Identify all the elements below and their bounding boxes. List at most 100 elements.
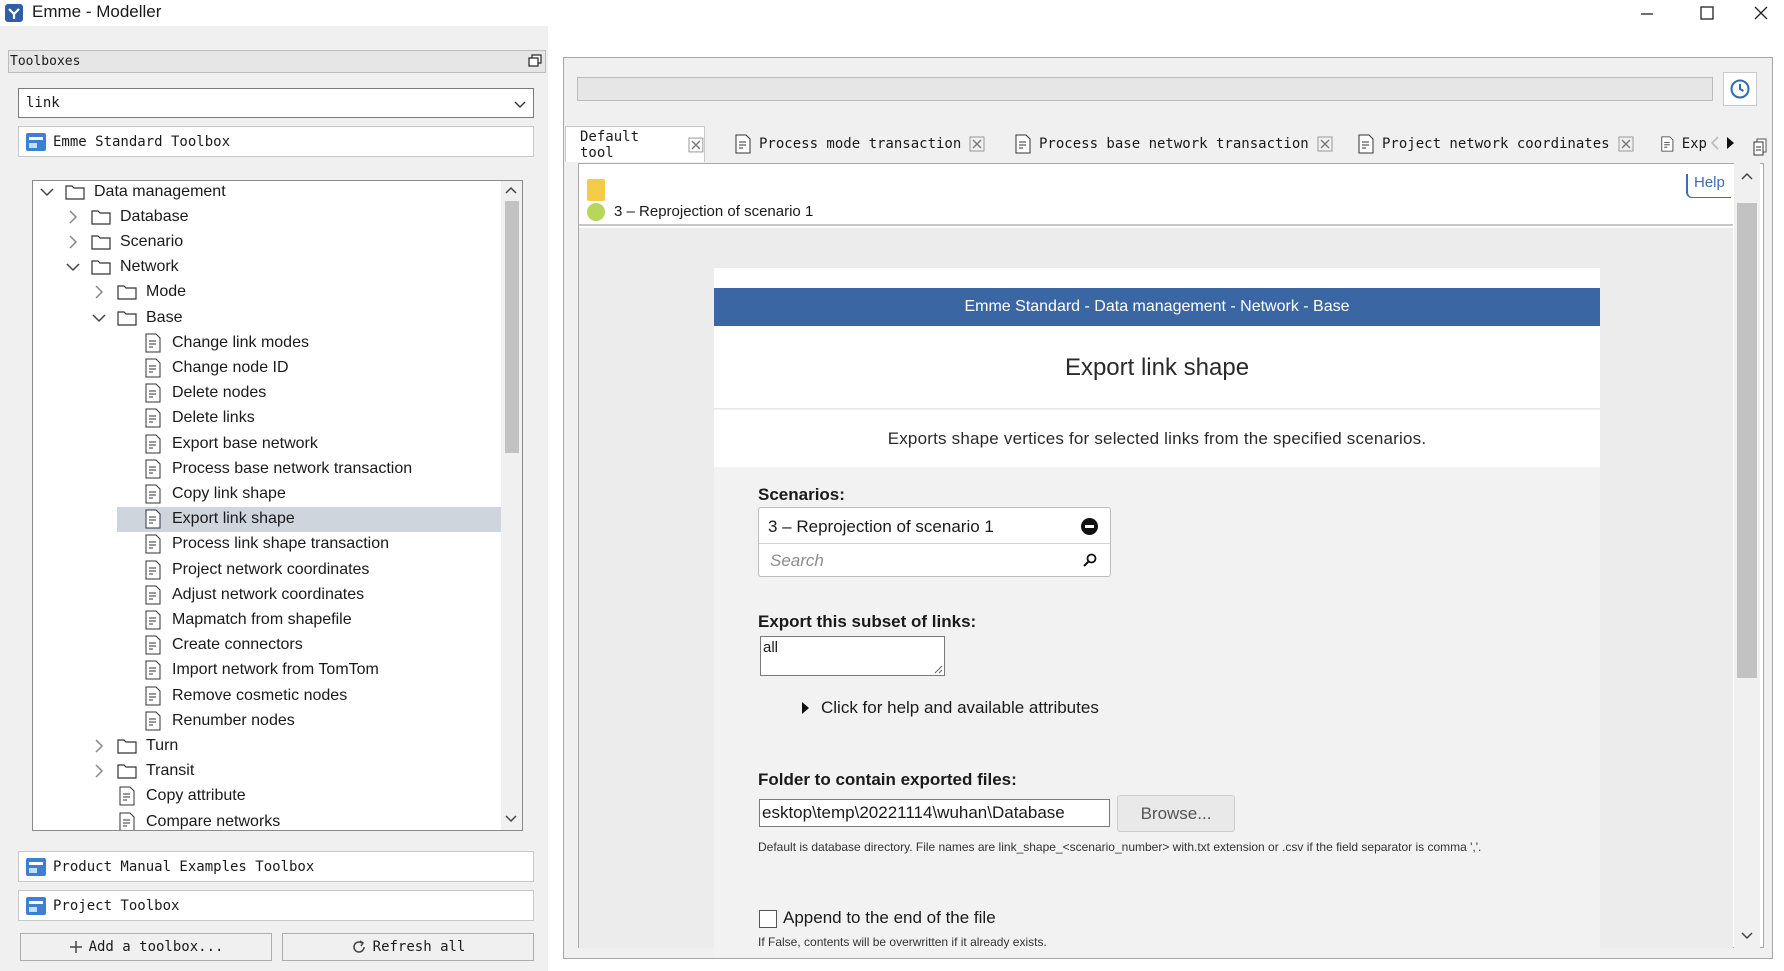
document-icon — [145, 711, 161, 731]
tab-process-base-network-transaction[interactable]: Process base network transaction — [1015, 128, 1333, 160]
scenarios-selector[interactable]: 3 – Reprojection of scenario 1 Search — [758, 507, 1111, 577]
tree-tool-row[interactable]: Export link shape — [117, 506, 501, 532]
chevron-right-icon[interactable] — [91, 763, 107, 779]
tree-folder-row[interactable]: Transit — [91, 759, 194, 784]
tree-tool-row[interactable]: Delete nodes — [117, 381, 266, 406]
tree-tool-row[interactable]: Delete links — [117, 406, 255, 431]
history-button[interactable] — [1723, 72, 1757, 106]
tab-process-mode-transaction[interactable]: Process mode transaction — [735, 128, 986, 160]
tree-scroll-thumb[interactable] — [505, 201, 519, 453]
chevron-right-icon[interactable] — [65, 234, 81, 250]
refresh-all-button[interactable]: Refresh all — [282, 933, 534, 961]
tree-tool-row[interactable]: Mapmatch from shapefile — [117, 607, 352, 632]
toolbox-tree[interactable]: Data management Database Scenario Network Mo… — [32, 180, 523, 831]
document-icon — [145, 635, 161, 655]
document-icon — [1015, 134, 1031, 154]
tree-folder-row[interactable]: Turn — [91, 733, 178, 758]
tree-folder-row[interactable]: Data management — [39, 181, 226, 204]
tab-project-network-coordinates[interactable]: Project network coordinates — [1358, 128, 1634, 160]
chevron-right-icon[interactable] — [91, 738, 107, 754]
document-icon — [145, 333, 161, 353]
tree-tool-row[interactable]: Export base network — [117, 431, 318, 456]
toolboxes-header-label: Toolboxes — [10, 54, 81, 69]
document-icon — [145, 534, 161, 554]
content-scroll-thumb[interactable] — [1737, 203, 1757, 678]
close-tab-icon[interactable] — [969, 136, 985, 152]
tab-list-icon[interactable] — [1753, 138, 1769, 156]
tree-tool-row[interactable]: Copy attribute — [91, 784, 246, 809]
scroll-up-icon[interactable] — [1741, 171, 1753, 181]
tree-tool-row[interactable]: Create connectors — [117, 633, 303, 658]
tree-tool-row[interactable]: Copy link shape — [117, 481, 286, 506]
close-tab-icon[interactable] — [1317, 136, 1333, 152]
tab-label: Process base network transaction — [1039, 136, 1309, 152]
export-folder-input[interactable]: esktop\temp\20221114\wuhan\Database — [759, 799, 1110, 827]
close-window-button[interactable] — [1737, 0, 1784, 26]
toolbox-icon — [26, 896, 46, 915]
job-label: 3 – Reprojection of scenario 1 — [614, 203, 814, 220]
close-tab-icon[interactable] — [1618, 136, 1634, 152]
tree-folder-row[interactable]: Mode — [91, 280, 186, 305]
standard-toolbox-label: Emme Standard Toolbox — [53, 133, 231, 150]
add-toolbox-button[interactable]: Add a toolbox... — [20, 933, 272, 961]
tree-folder-row[interactable]: Scenario — [65, 229, 183, 254]
tree-tool-row[interactable]: Process link shape transaction — [117, 532, 389, 557]
chevron-down-icon[interactable] — [65, 259, 81, 275]
tree-item-label: Change node ID — [172, 358, 289, 376]
folder-icon — [117, 285, 137, 300]
tree-tool-row[interactable]: Compare networks — [91, 809, 281, 830]
tree-tool-row[interactable]: Renumber nodes — [117, 708, 295, 733]
scroll-down-icon[interactable] — [505, 814, 517, 824]
tree-item-label: Renumber nodes — [172, 711, 295, 729]
undock-icon[interactable] — [528, 54, 542, 68]
attributes-help-toggle[interactable]: Click for help and available attributes — [801, 698, 1099, 718]
tree-tool-row[interactable]: Adjust network coordinates — [117, 582, 364, 607]
document-icon — [145, 459, 161, 479]
tab-label: Default tool — [580, 128, 640, 161]
resize-grip-icon[interactable] — [933, 664, 943, 674]
scroll-up-icon[interactable] — [505, 185, 517, 195]
browse-button[interactable]: Browse... — [1117, 795, 1235, 832]
tab-scroll-right-icon[interactable] — [1723, 134, 1737, 152]
chevron-down-icon[interactable] — [91, 310, 107, 326]
maximize-icon — [1700, 6, 1714, 20]
tree-tool-row[interactable]: Import network from TomTom — [117, 658, 379, 683]
remove-scenario-icon[interactable] — [1081, 518, 1098, 535]
standard-toolbox-bar[interactable]: Emme Standard Toolbox — [18, 126, 534, 157]
chevron-right-icon[interactable] — [91, 284, 107, 300]
folder-icon — [91, 235, 111, 250]
help-link[interactable]: Help — [1686, 174, 1731, 198]
close-tab-icon[interactable] — [688, 137, 704, 153]
tab-scroll-left-icon[interactable] — [1708, 134, 1722, 152]
tree-folder-row[interactable]: Database — [65, 204, 189, 229]
project-toolbox-bar[interactable]: Project Toolbox — [18, 890, 534, 921]
chevron-down-icon[interactable] — [513, 97, 527, 111]
tree-scrollbar[interactable] — [501, 181, 522, 830]
tree-folder-row[interactable]: Network — [65, 255, 179, 280]
document-icon — [1661, 136, 1674, 152]
tree-folder-row[interactable]: Base — [91, 305, 182, 330]
link-subset-value: all — [763, 639, 779, 656]
examples-toolbox-bar[interactable]: Product Manual Examples Toolbox — [18, 851, 534, 882]
chevron-down-icon[interactable] — [39, 184, 55, 200]
tree-tool-row[interactable]: Project network coordinates — [117, 557, 369, 582]
tree-item-label: Network — [120, 258, 179, 276]
append-checkbox[interactable] — [759, 910, 777, 928]
chevron-right-icon[interactable] — [65, 209, 81, 225]
scenario-search-input[interactable]: Search — [770, 551, 824, 571]
maximize-button[interactable] — [1677, 0, 1737, 26]
tab-default-tool[interactable]: Default tool — [565, 126, 705, 162]
toolbox-search-combo[interactable]: link — [18, 88, 534, 118]
tool-title-box: Export link shape — [714, 326, 1600, 409]
tree-item-label: Delete links — [172, 409, 255, 427]
tree-tool-row[interactable]: Process base network transaction — [117, 456, 412, 481]
tree-tool-row[interactable]: Change node ID — [117, 355, 289, 380]
scroll-down-icon[interactable] — [1741, 931, 1753, 941]
tab-export-truncated[interactable]: Exp — [1661, 128, 1707, 160]
link-subset-textarea[interactable]: all — [760, 636, 945, 676]
tree-item-label: Compare networks — [146, 812, 281, 830]
search-icon[interactable] — [1082, 552, 1098, 568]
tree-tool-row[interactable]: Remove cosmetic nodes — [117, 683, 347, 708]
tree-tool-row[interactable]: Change link modes — [117, 330, 309, 355]
minimize-button[interactable] — [1617, 0, 1677, 26]
